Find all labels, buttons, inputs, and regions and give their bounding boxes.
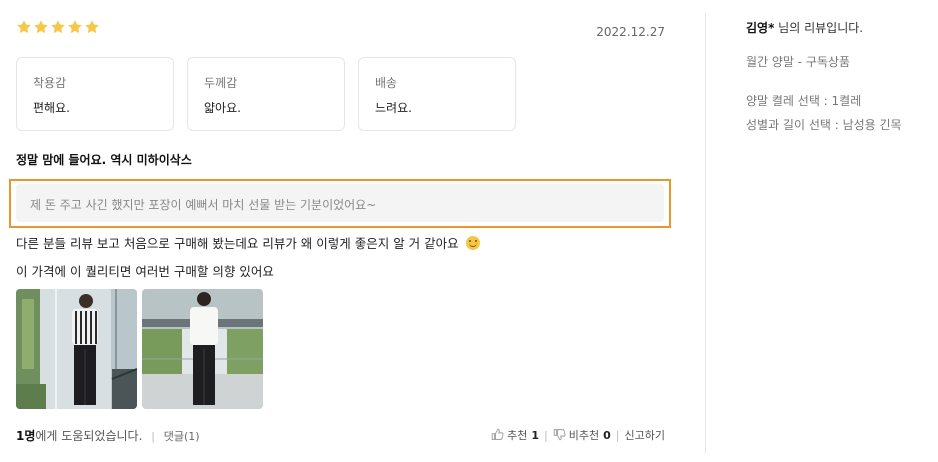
not-recommend-count: 0 <box>603 429 611 442</box>
star-icon <box>17 20 31 34</box>
reviewer-info: 김영* 님의 리뷰입니다. <box>746 19 863 36</box>
option-socks-count: 양말 켤레 선택 : 1켤레 <box>746 94 862 108</box>
helpful-count: 1명 <box>16 429 36 443</box>
star-icon <box>68 20 82 34</box>
divider: | <box>615 428 620 442</box>
star-icon <box>51 20 65 34</box>
attribute-value: 얇아요. <box>204 101 241 115</box>
highlighted-quote: 제 돈 주고 사긴 했지만 포장이 예뻐서 마치 선물 받는 기분이었어요~ <box>9 179 671 228</box>
review-date: 2022.12.27 <box>596 25 665 39</box>
comment-link[interactable]: 댓글(1) <box>164 430 200 443</box>
divider: | <box>151 430 155 443</box>
review-attributes: 착용감 편해요. 두께감 얇아요. 배송 느려요. <box>16 57 516 131</box>
attribute-card-shipping: 배송 느려요. <box>358 57 516 131</box>
reviewer-name: 김영* <box>746 21 775 35</box>
helpful-text: 에게 도움되었습니다. <box>35 429 143 443</box>
attribute-label: 배송 <box>375 76 398 90</box>
reviewer-suffix: 님의 리뷰입니다. <box>774 21 864 35</box>
review-body-line1: 다른 분들 리뷰 보고 처음으로 구매해 봤는데요 리뷰가 왜 이렇게 좋은지 … <box>16 233 480 252</box>
recommend-label: 추천 <box>507 429 528 442</box>
smile-emoji-icon <box>465 236 480 250</box>
quote-text: 제 돈 주고 사긴 했지만 포장이 예뻐서 마치 선물 받는 기분이었어요~ <box>16 184 664 222</box>
review-photo-1[interactable] <box>16 289 137 409</box>
star-icon <box>85 20 99 34</box>
recommend-button[interactable]: 추천 1 <box>491 427 539 443</box>
not-recommend-label: 비추천 <box>568 429 600 442</box>
recommend-count: 1 <box>531 429 540 442</box>
attribute-value: 편해요. <box>33 101 70 115</box>
review-body-text: 다른 분들 리뷰 보고 처음으로 구매해 봤는데요 리뷰가 왜 이렇게 좋은지 … <box>16 236 459 251</box>
helpful-summary: 1명에게 도움되었습니다. | 댓글(1) <box>16 427 200 444</box>
star-icon <box>34 20 48 34</box>
product-name: 월간 양말 - 구독상품 <box>746 55 851 69</box>
thumbs-down-icon <box>553 429 566 441</box>
not-recommend-button[interactable]: 비추천 0 <box>553 427 611 443</box>
divider: | <box>544 428 548 442</box>
review-body-line2: 이 가격에 이 퀄리티면 여러번 구매할 의향 있어요 <box>16 264 274 279</box>
rating-stars <box>16 19 100 35</box>
vote-bar: 추천 1 | 비추천 0 | 신고하기 <box>491 427 665 443</box>
attribute-card-thickness: 두께감 얇아요. <box>187 57 345 131</box>
attribute-label: 두께감 <box>204 76 238 90</box>
review-title: 정말 맘에 들어요. 역시 미하이삭스 <box>16 153 192 167</box>
column-divider <box>705 13 706 453</box>
attribute-label: 착용감 <box>33 76 67 90</box>
attribute-value: 느려요. <box>375 101 412 115</box>
review-photo-2[interactable] <box>142 289 263 409</box>
attribute-card-fit: 착용감 편해요. <box>16 57 174 131</box>
option-gender-length: 성별과 길이 선택 : 남성용 긴목 <box>746 118 902 132</box>
report-button[interactable]: 신고하기 <box>625 427 665 443</box>
thumbs-up-icon <box>491 428 504 440</box>
